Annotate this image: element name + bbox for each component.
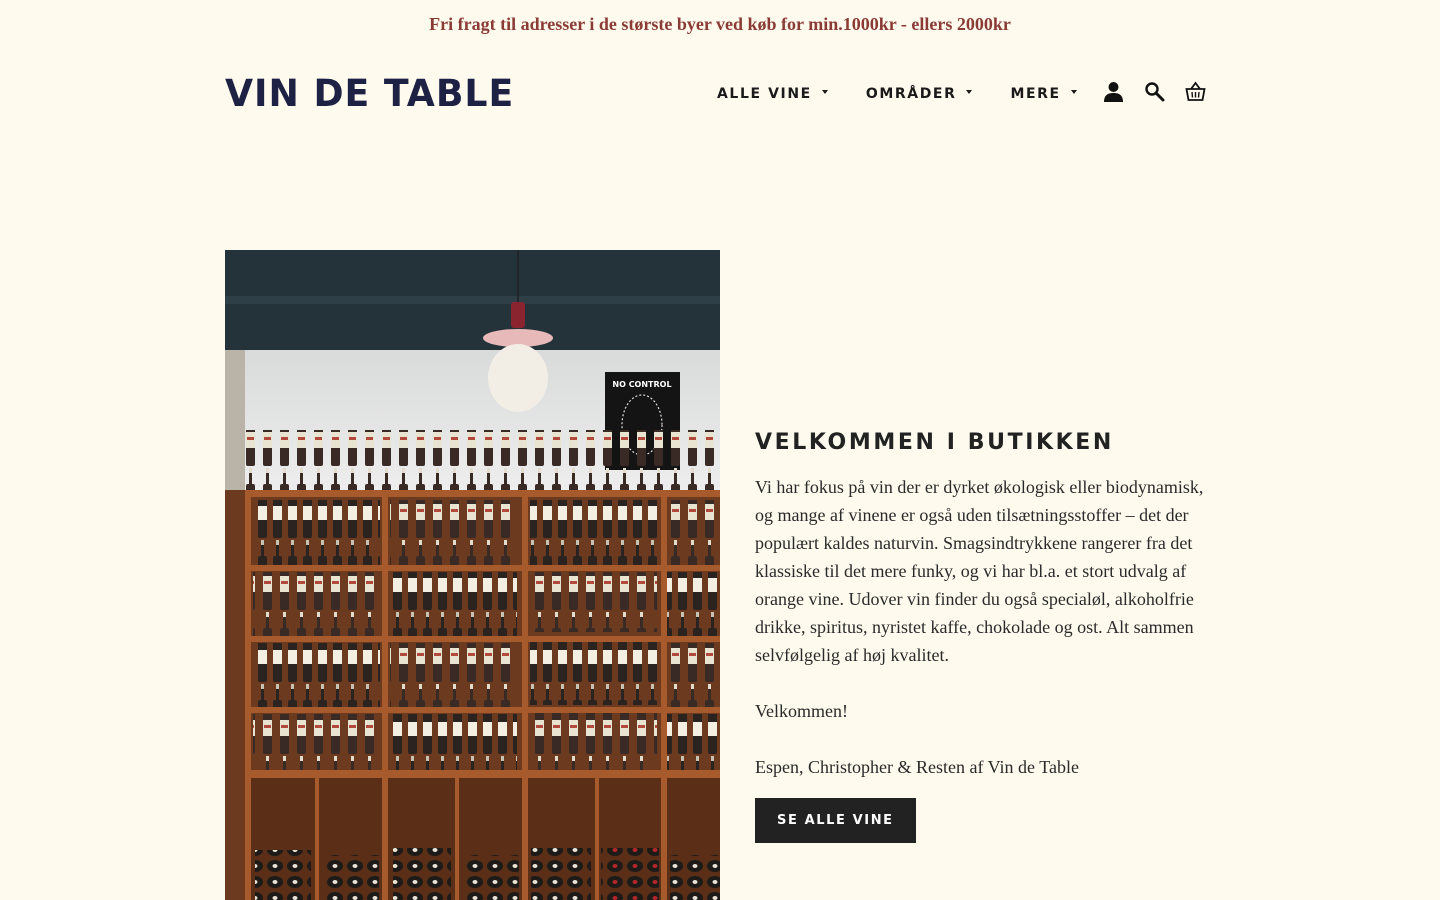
nav-item-mere[interactable]: MERE bbox=[1010, 86, 1077, 102]
welcome-body: Vi har fokus på vin der er dyrket økolog… bbox=[755, 477, 1204, 665]
site-logo[interactable]: VIN DE TABLE bbox=[225, 72, 514, 115]
nav-label: OMRÅDER bbox=[865, 86, 957, 102]
welcome-heading: VELKOMMEN I BUTIKKEN bbox=[755, 430, 1114, 455]
caret-down-icon bbox=[966, 90, 973, 94]
poster-text: NO CONTROL bbox=[612, 380, 671, 389]
welcome-greeting: Velkommen! bbox=[755, 701, 848, 721]
welcome-section: VELKOMMEN I BUTIKKEN Vi har fokus på vin… bbox=[755, 430, 1215, 843]
account-icon[interactable] bbox=[1103, 80, 1124, 104]
nav-label: MERE bbox=[1010, 86, 1061, 102]
nav-item-omraader[interactable]: OMRÅDER bbox=[866, 86, 973, 102]
nav-label: ALLE VINE bbox=[717, 86, 812, 102]
caret-down-icon bbox=[1070, 90, 1077, 94]
main-nav: ALLE VINE OMRÅDER MERE bbox=[717, 86, 1115, 102]
cart-icon[interactable] bbox=[1185, 80, 1206, 104]
welcome-signature: Espen, Christopher & Resten af Vin de Ta… bbox=[755, 757, 1079, 777]
nav-item-alle-vine[interactable]: ALLE VINE bbox=[717, 86, 828, 102]
announcement-bar: Fri fragt til adresser i de største byer… bbox=[429, 14, 1011, 34]
search-icon[interactable] bbox=[1144, 80, 1165, 104]
wine-shelf-photo: NO CONTROL bbox=[225, 250, 720, 900]
header-icons bbox=[1103, 80, 1206, 104]
see-all-wines-button[interactable]: SE ALLE VINE bbox=[755, 798, 916, 843]
site-header: VIN DE TABLE ALLE VINE OMRÅDER MERE bbox=[225, 60, 1215, 130]
caret-down-icon bbox=[821, 90, 828, 94]
